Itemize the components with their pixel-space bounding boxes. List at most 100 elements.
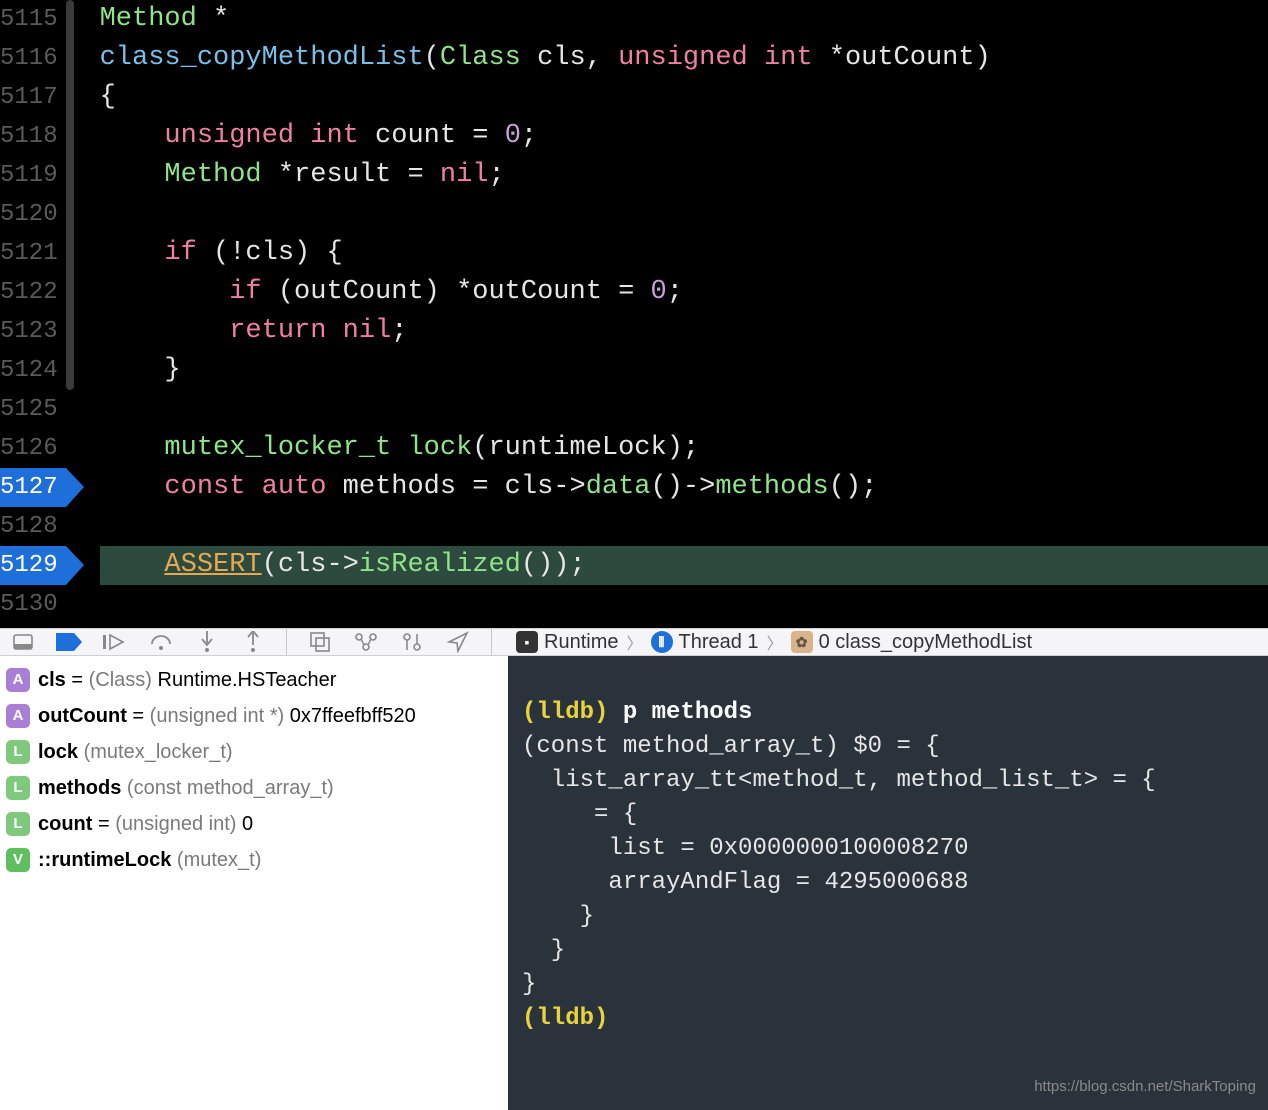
var-name: lock bbox=[38, 741, 78, 763]
line-number[interactable]: 5115 bbox=[0, 0, 66, 39]
line-number[interactable]: 5127 bbox=[0, 468, 66, 507]
separator bbox=[286, 629, 287, 655]
variable-row[interactable]: AoutCount = (unsigned int *) 0x7ffeefbff… bbox=[0, 698, 508, 734]
line-number[interactable]: 5125 bbox=[0, 390, 66, 429]
var-name: ::runtimeLock bbox=[38, 849, 171, 871]
line-number[interactable]: 5118 bbox=[0, 117, 66, 156]
var-type: (unsigned int *) bbox=[150, 705, 290, 727]
console-line: } bbox=[522, 971, 536, 998]
code-line[interactable]: return nil; bbox=[100, 312, 1268, 351]
variable-row[interactable]: Acls = (Class) Runtime.HSTeacher bbox=[0, 662, 508, 698]
crumb-frame[interactable]: ✿ 0 class_copyMethodList bbox=[791, 631, 1032, 654]
chevron-right-icon: 〉 bbox=[626, 630, 642, 654]
console-line: } bbox=[522, 903, 594, 930]
code-line[interactable]: ASSERT(cls->isRealized()); bbox=[100, 546, 1268, 585]
code-line[interactable]: class_copyMethodList(Class cls, unsigned… bbox=[100, 39, 1268, 78]
crumb-target-label: Runtime bbox=[544, 631, 618, 654]
step-over-icon[interactable] bbox=[148, 629, 174, 655]
line-number[interactable]: 5121 bbox=[0, 234, 66, 273]
line-number[interactable]: 5119 bbox=[0, 156, 66, 195]
line-number[interactable]: 5116 bbox=[0, 39, 66, 78]
chevron-right-icon: 〉 bbox=[767, 630, 783, 654]
code-line[interactable]: unsigned int count = 0; bbox=[100, 117, 1268, 156]
code-line[interactable]: if (!cls) { bbox=[100, 234, 1268, 273]
code-line[interactable]: { bbox=[100, 78, 1268, 117]
var-kind-badge: L bbox=[6, 740, 30, 764]
variable-row[interactable]: V::runtimeLock (mutex_t) bbox=[0, 842, 508, 878]
crumb-thread[interactable]: ⦀ Thread 1 bbox=[651, 631, 759, 654]
var-value: 0x7ffeefbff520 bbox=[290, 705, 416, 727]
location-icon[interactable] bbox=[445, 629, 471, 655]
var-kind-badge: A bbox=[6, 668, 30, 692]
var-type: (mutex_locker_t) bbox=[84, 741, 233, 763]
watermark: https://blog.csdn.net/SharkToping bbox=[1034, 1070, 1256, 1104]
variable-row[interactable]: Lcount = (unsigned int) 0 bbox=[0, 806, 508, 842]
var-name: outCount bbox=[38, 705, 127, 727]
line-number[interactable]: 5122 bbox=[0, 273, 66, 312]
lldb-prompt: (lldb) bbox=[522, 1005, 608, 1032]
crumb-target[interactable]: ▪ Runtime bbox=[516, 631, 618, 654]
debug-breadcrumb: ▪ Runtime 〉 ⦀ Thread 1 〉 ✿ 0 class_copyM… bbox=[516, 630, 1032, 654]
var-name: count bbox=[38, 813, 92, 835]
line-number[interactable]: 5117 bbox=[0, 78, 66, 117]
code-line[interactable]: if (outCount) *outCount = 0; bbox=[100, 273, 1268, 312]
line-number[interactable]: 5123 bbox=[0, 312, 66, 351]
console-line: list_array_tt<method_t, method_list_t> =… bbox=[522, 767, 1156, 794]
code-line[interactable]: } bbox=[100, 351, 1268, 390]
code-line[interactable] bbox=[100, 507, 1268, 546]
code-editor[interactable]: 5115511651175118511951205121512251235124… bbox=[0, 0, 1268, 628]
var-type: (mutex_t) bbox=[177, 849, 261, 871]
code-line[interactable] bbox=[100, 195, 1268, 234]
var-type: (unsigned int) bbox=[115, 813, 242, 835]
line-number[interactable]: 5124 bbox=[0, 351, 66, 390]
variable-row[interactable]: Llock (mutex_locker_t) bbox=[0, 734, 508, 770]
scrollbar-thumb[interactable] bbox=[66, 0, 74, 390]
thread-icon: ⦀ bbox=[651, 631, 673, 653]
console-line: = { bbox=[522, 801, 637, 828]
debug-area: Acls = (Class) Runtime.HSTeacherAoutCoun… bbox=[0, 656, 1268, 1110]
code-line[interactable]: mutex_locker_t lock(runtimeLock); bbox=[100, 429, 1268, 468]
continue-icon[interactable] bbox=[102, 629, 128, 655]
var-kind-badge: L bbox=[6, 776, 30, 800]
var-kind-badge: L bbox=[6, 812, 30, 836]
lldb-command: p methods bbox=[623, 699, 753, 726]
var-name: cls bbox=[38, 669, 66, 691]
line-number[interactable]: 5120 bbox=[0, 195, 66, 234]
crumb-frame-label: 0 class_copyMethodList bbox=[819, 631, 1032, 654]
debug-toolbar: ▪ Runtime 〉 ⦀ Thread 1 〉 ✿ 0 class_copyM… bbox=[0, 628, 1268, 656]
view-debugger-icon[interactable] bbox=[307, 629, 333, 655]
lldb-console[interactable]: (lldb) p methods (const method_array_t) … bbox=[508, 656, 1268, 1110]
step-out-icon[interactable] bbox=[240, 629, 266, 655]
step-into-icon[interactable] bbox=[194, 629, 220, 655]
gutter[interactable]: 5115511651175118511951205121512251235124… bbox=[0, 0, 66, 628]
code-area[interactable]: Method *class_copyMethodList(Class cls, … bbox=[66, 0, 1268, 628]
line-number[interactable]: 5130 bbox=[0, 585, 66, 624]
line-number[interactable]: 5129 bbox=[0, 546, 66, 585]
hide-debug-icon[interactable] bbox=[10, 629, 36, 655]
terminal-icon: ▪ bbox=[516, 631, 538, 653]
variable-row[interactable]: Lmethods (const method_array_t) bbox=[0, 770, 508, 806]
var-type: (Class) bbox=[89, 669, 158, 691]
environment-overrides-icon[interactable] bbox=[399, 629, 425, 655]
console-line: list = 0x0000000100008270 bbox=[522, 835, 968, 862]
memory-graph-icon[interactable] bbox=[353, 629, 379, 655]
code-line[interactable]: Method *result = nil; bbox=[100, 156, 1268, 195]
var-kind-badge: V bbox=[6, 848, 30, 872]
var-type: (const method_array_t) bbox=[127, 777, 334, 799]
console-line: (const method_array_t) $0 = { bbox=[522, 733, 940, 760]
breakpoint-toggle-icon[interactable] bbox=[56, 629, 82, 655]
gear-icon: ✿ bbox=[791, 631, 813, 653]
console-line: arrayAndFlag = 4295000688 bbox=[522, 869, 968, 896]
code-line[interactable] bbox=[100, 585, 1268, 624]
code-line[interactable] bbox=[100, 390, 1268, 429]
line-number[interactable]: 5126 bbox=[0, 429, 66, 468]
code-line[interactable]: Method * bbox=[100, 0, 1268, 39]
code-line[interactable]: const auto methods = cls->data()->method… bbox=[100, 468, 1268, 507]
var-name: methods bbox=[38, 777, 121, 799]
line-number[interactable]: 5128 bbox=[0, 507, 66, 546]
var-value: 0 bbox=[242, 813, 253, 835]
var-value: Runtime.HSTeacher bbox=[158, 669, 337, 691]
separator bbox=[491, 629, 492, 655]
variables-view[interactable]: Acls = (Class) Runtime.HSTeacherAoutCoun… bbox=[0, 656, 508, 1110]
var-kind-badge: A bbox=[6, 704, 30, 728]
